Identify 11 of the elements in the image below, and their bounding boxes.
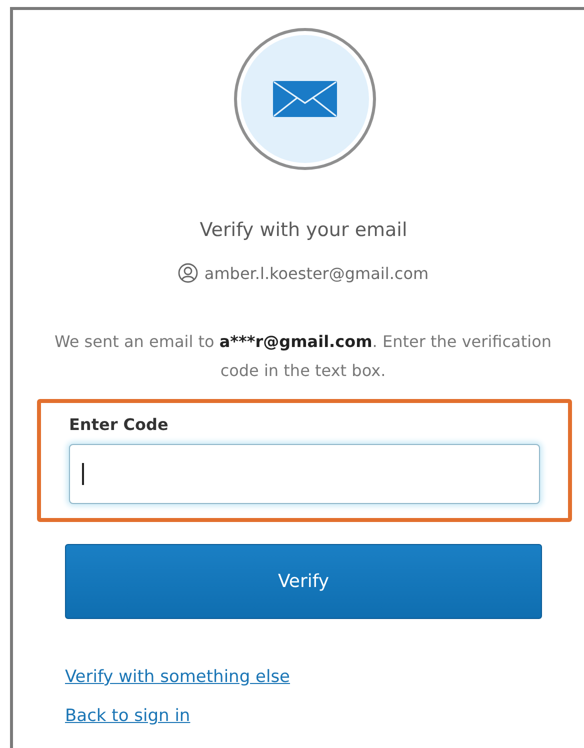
username: amber.l.koester@gmail.com <box>204 264 429 282</box>
text-cursor <box>82 463 84 485</box>
envelope-icon <box>273 81 337 117</box>
instruction-text: We sent an email to a***r@gmail.com. Enter the verification code in the text box. <box>53 331 552 382</box>
code-input-field[interactable] <box>69 444 540 504</box>
link[interactable]: Back to sign in <box>65 706 290 726</box>
verify-button[interactable]: Verify <box>65 544 542 619</box>
user-icon <box>178 263 198 283</box>
link[interactable]: Verify with something else <box>65 667 290 687</box>
page-title: Verify with your email <box>200 219 408 241</box>
field-label: Enter Code <box>69 415 170 434</box>
